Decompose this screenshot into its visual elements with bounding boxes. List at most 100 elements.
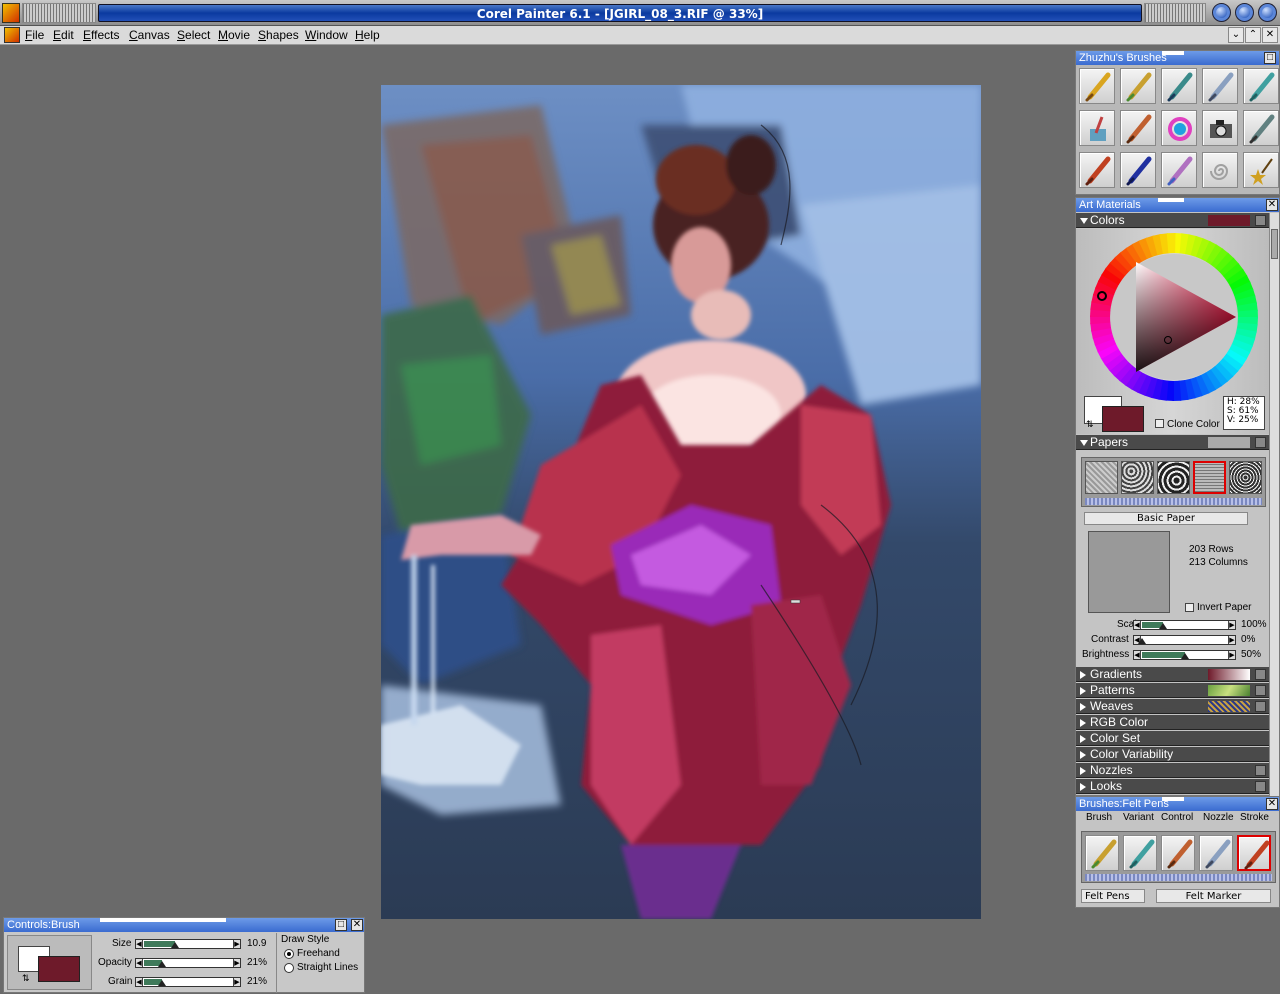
paper-swatch-3[interactable] [1157,461,1190,494]
felt-variant-felt-marker-icon[interactable] [1123,835,1157,871]
felt-variant-palette-knife-icon[interactable] [1199,835,1233,871]
weaves-menu-icon[interactable] [1255,701,1266,712]
minimize-button[interactable] [1212,3,1231,22]
nozzles-menu-icon[interactable] [1255,765,1266,776]
looks-section-header[interactable]: Looks [1076,779,1269,794]
pen-icon[interactable] [1161,68,1197,104]
brushes-palette-titlebar[interactable]: Zhuzhu's Brushes □ [1076,51,1279,65]
paper-swatch-1[interactable] [1085,461,1118,494]
dip-pen-icon[interactable] [1120,152,1156,188]
variants-scroller[interactable] [1085,874,1272,881]
weaves-section-header[interactable]: Weaves [1076,699,1269,714]
brush-icon[interactable] [1079,152,1115,188]
controls-close-icon[interactable]: ✕ [351,919,363,931]
controls-swap-icon[interactable]: ⇅ [22,974,30,984]
pencil-icon[interactable] [1079,68,1115,104]
painting-canvas[interactable] [381,85,981,919]
controls-brush-titlebar[interactable]: Controls:Brush □ ✕ [4,918,364,932]
clone-color-checkbox[interactable] [1155,419,1164,428]
menu-select[interactable]: Select [177,28,210,42]
scale-slider[interactable]: ◀ ▶ [1133,620,1236,630]
felt-marker-icon[interactable] [1243,68,1279,104]
rgb-color-section-header[interactable]: RGB Color [1076,715,1269,730]
painter-app-icon[interactable] [2,3,20,23]
menu-canvas[interactable]: Canvas [129,28,170,42]
menu-effects[interactable]: Effects [83,28,119,42]
contrast-slider[interactable]: ◀ ▶ [1133,635,1236,645]
doc-restore-icon[interactable]: ⌃ [1245,27,1261,43]
document-icon[interactable] [4,27,20,43]
oil-brush-icon[interactable] [1120,110,1156,146]
gradients-menu-icon[interactable] [1255,669,1266,680]
straight-lines-radio[interactable] [284,963,294,973]
collapse-icon[interactable]: □ [1264,52,1276,64]
color-set-section-header[interactable]: Color Set [1076,731,1269,746]
tab-nozzle[interactable]: Nozzle [1203,812,1234,823]
gradients-section-header[interactable]: Gradients [1076,667,1269,682]
tab-brush[interactable]: Brush [1086,812,1112,823]
paper-swatch-5[interactable] [1229,461,1262,494]
felt-variant-oil-brush-icon[interactable] [1161,835,1195,871]
colors-menu-icon[interactable] [1255,215,1266,226]
menu-edit[interactable]: Edit [53,28,74,42]
primary-color-swatch[interactable] [1102,406,1144,432]
gradient-swatch [1208,669,1250,680]
menu-movie[interactable]: Movie [218,28,250,42]
opacity-slider[interactable]: ◀ ▶ [135,958,241,968]
invert-paper-checkbox[interactable] [1185,603,1194,612]
patterns-section-header[interactable]: Patterns [1076,683,1269,698]
doc-minimize-icon[interactable]: ⌄ [1228,27,1244,43]
doc-close-icon[interactable]: ✕ [1262,27,1278,43]
paint-cup-icon[interactable] [1079,110,1115,146]
menu-file[interactable]: File [25,28,44,42]
variant-name-field[interactable]: Felt Marker [1156,889,1271,903]
color-wheel-area: ⇅ Clone Color H: 28% S: 61% V: 25% [1076,229,1269,434]
art-materials-titlebar[interactable]: Art Materials ✕ [1076,198,1279,212]
paper-swatch-2[interactable] [1121,461,1154,494]
color-variability-section-header[interactable]: Color Variability [1076,747,1269,762]
camera-icon[interactable] [1202,110,1238,146]
nozzles-section-header[interactable]: Nozzles [1076,763,1269,778]
colored-pencil-icon[interactable] [1120,68,1156,104]
felt-pens-close-icon[interactable]: ✕ [1266,798,1278,810]
color-set-label: Color Set [1090,731,1141,745]
close-button[interactable] [1258,3,1277,22]
papers-menu-icon[interactable] [1255,437,1266,448]
colors-section-header[interactable]: Colors [1076,213,1269,228]
brush-name-field[interactable]: Felt Pens [1081,889,1145,903]
felt-variant-brush-icon[interactable] [1237,835,1271,871]
felt-variant-colored-pencil-icon[interactable] [1085,835,1119,871]
art-materials-close-icon[interactable]: ✕ [1266,199,1278,211]
palette-knife-icon[interactable] [1202,68,1238,104]
papers-section-header[interactable]: Papers [1076,435,1269,450]
brightness-slider[interactable]: ◀ ▶ [1133,650,1236,660]
tab-variant[interactable]: Variant [1123,812,1154,823]
controls-collapse-icon[interactable]: □ [335,919,347,931]
art-materials-scrollbar[interactable] [1269,213,1279,797]
paper-swatch-basic-selected[interactable] [1193,461,1226,494]
airbrush-icon[interactable] [1243,110,1279,146]
grain-slider[interactable]: ◀ ▶ [135,977,241,987]
size-slider[interactable]: ◀ ▶ [135,939,241,949]
current-color-swatch [1208,215,1250,226]
maximize-button[interactable] [1235,3,1254,22]
paper-swatch-scroller[interactable] [1085,498,1262,505]
tab-stroke[interactable]: Stroke [1240,812,1269,823]
freehand-radio[interactable] [284,949,294,959]
felt-pens-titlebar[interactable]: Brushes:Felt Pens ✕ [1076,797,1279,811]
menu-help[interactable]: Help [355,28,380,42]
patterns-menu-icon[interactable] [1255,685,1266,696]
star-icon[interactable] [1243,152,1279,188]
color-wheel-icon[interactable] [1161,110,1197,146]
tab-control[interactable]: Control [1161,812,1193,823]
title-bar[interactable]: Corel Painter 6.1 - [JGIRL_08_3.RIF @ 33… [0,0,1280,26]
watercolor-brush-icon[interactable] [1161,152,1197,188]
menu-window[interactable]: Window [305,28,348,42]
collapsed-triangle-icon [1080,735,1086,743]
controls-primary-swatch[interactable] [38,956,80,982]
swap-colors-icon[interactable]: ⇅ [1086,420,1094,430]
menu-shapes[interactable]: Shapes [258,28,299,42]
spiral-icon[interactable] [1202,152,1238,188]
looks-menu-icon[interactable] [1255,781,1266,792]
paper-name-field[interactable]: Basic Paper [1084,512,1248,525]
